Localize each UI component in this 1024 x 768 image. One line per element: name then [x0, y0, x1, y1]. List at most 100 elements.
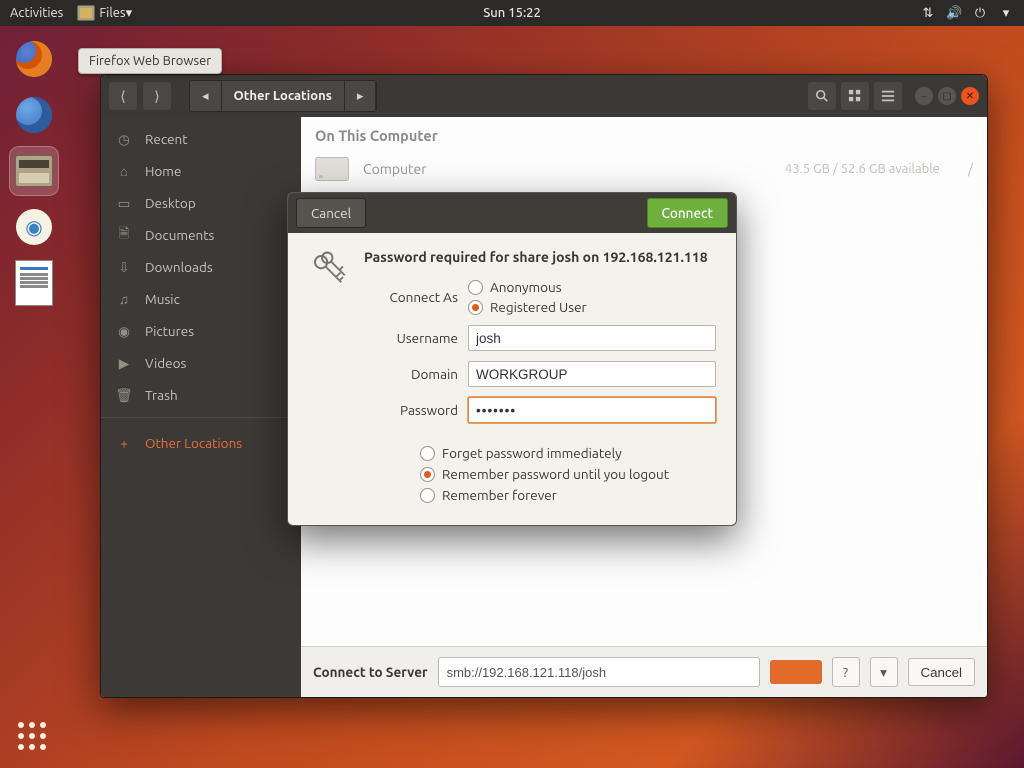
- path-bar[interactable]: ◂ Other Locations ▸: [189, 80, 377, 112]
- writer-icon: [15, 260, 53, 306]
- power-icon[interactable]: ⏻: [972, 6, 988, 21]
- radio-label: Anonymous: [490, 279, 562, 295]
- search-icon: [815, 89, 829, 103]
- dialog-title: Password required for share josh on 192.…: [364, 249, 716, 265]
- domain-label: Domain: [364, 366, 458, 382]
- radio-label: Registered User: [490, 299, 587, 315]
- dock-files[interactable]: [9, 146, 59, 196]
- sidebar-label: Recent: [145, 131, 188, 147]
- rhythmbox-icon: ◉: [16, 209, 52, 245]
- videos-icon: ▶: [115, 355, 133, 372]
- pictures-icon: ◉: [115, 323, 133, 340]
- downloads-icon: ⇩: [115, 259, 133, 276]
- radio-label: Remember forever: [442, 487, 557, 503]
- sidebar-item-music[interactable]: ♫ Music: [101, 283, 301, 315]
- path-segment-current[interactable]: Other Locations: [222, 81, 345, 111]
- window-minimize[interactable]: –: [915, 87, 933, 105]
- domain-input[interactable]: [468, 361, 716, 387]
- keys-icon: [308, 249, 350, 291]
- top-panel: Activities Files ▾ Sun 15:22 ⇅ 🔊 ⏻ ▾: [0, 0, 1024, 26]
- sidebar-item-home[interactable]: ⌂ Home: [101, 155, 301, 187]
- radio-registered-user[interactable]: Registered User: [468, 299, 716, 315]
- server-history-button[interactable]: ▾: [870, 657, 898, 687]
- grid-icon: [848, 89, 862, 103]
- app-menu-label: Files: [99, 6, 125, 20]
- clock[interactable]: Sun 15:22: [483, 6, 541, 20]
- thunderbird-icon: [16, 97, 52, 133]
- dock: ◉: [0, 26, 68, 768]
- server-help-button[interactable]: ?: [832, 657, 860, 687]
- connect-as-label: Connect As: [364, 289, 458, 305]
- dock-writer[interactable]: [9, 258, 59, 308]
- window-close[interactable]: ✕: [961, 87, 979, 105]
- sidebar-item-recent[interactable]: ◷ Recent: [101, 123, 301, 155]
- connect-indicator: [770, 660, 822, 684]
- files-icon: [15, 155, 53, 187]
- sidebar-item-videos[interactable]: ▶ Videos: [101, 347, 301, 379]
- menu-button[interactable]: [874, 82, 902, 110]
- username-input[interactable]: [468, 325, 716, 351]
- password-input[interactable]: [468, 397, 716, 423]
- dialog-cancel-button[interactable]: Cancel: [296, 198, 366, 228]
- connect-to-server-bar: Connect to Server ? ▾ Cancel: [301, 646, 987, 697]
- sidebar-item-trash[interactable]: 🗑Trash: [101, 379, 301, 411]
- radio-label: Remember password until you logout: [442, 466, 669, 482]
- volume-icon[interactable]: 🔊: [946, 6, 962, 21]
- chevron-down-icon: ▾: [126, 6, 133, 21]
- headerbar: ⟨ ⟩ ◂ Other Locations ▸ – ▢ ✕: [101, 75, 987, 117]
- sidebar-label: Downloads: [145, 259, 213, 275]
- path-segment-next[interactable]: ▸: [345, 81, 377, 111]
- clock-icon: ◷: [115, 131, 133, 148]
- sidebar-label: Videos: [145, 355, 186, 371]
- documents-icon: 🗎: [115, 224, 133, 247]
- sidebar-label: Desktop: [145, 195, 196, 211]
- window-maximize[interactable]: ▢: [938, 87, 956, 105]
- places-sidebar: ◷ Recent ⌂ Home ▭ Desktop 🗎 Documents ⇩ Downl…: [101, 117, 301, 697]
- connect-cancel-button[interactable]: Cancel: [908, 658, 976, 686]
- radio-icon: [420, 488, 435, 503]
- sidebar-item-desktop[interactable]: ▭ Desktop: [101, 187, 301, 219]
- sidebar-label: Pictures: [145, 323, 194, 339]
- radio-remember-forever[interactable]: Remember forever: [420, 487, 716, 503]
- sidebar-item-pictures[interactable]: ◉ Pictures: [101, 315, 301, 347]
- desktop-icon: ▭: [115, 195, 133, 212]
- network-icon[interactable]: ⇅: [920, 6, 936, 21]
- radio-forget-immediately[interactable]: Forget password immediately: [420, 445, 716, 461]
- chevron-down-icon[interactable]: ▾: [998, 6, 1014, 21]
- search-button[interactable]: [808, 82, 836, 110]
- sidebar-item-other-locations[interactable]: + Other Locations: [101, 417, 301, 462]
- connect-label: Connect to Server: [313, 664, 428, 680]
- sidebar-item-downloads[interactable]: ⇩ Downloads: [101, 251, 301, 283]
- dialog-headerbar: Cancel Connect: [288, 193, 736, 233]
- dock-rhythmbox[interactable]: ◉: [9, 202, 59, 252]
- auth-dialog: Cancel Connect Password required for sha…: [287, 192, 737, 526]
- server-address-input[interactable]: [438, 657, 760, 687]
- radio-icon: [420, 446, 435, 461]
- path-segment-prev[interactable]: ◂: [190, 81, 222, 111]
- dock-thunderbird[interactable]: [9, 90, 59, 140]
- back-button[interactable]: ⟨: [109, 82, 137, 110]
- files-app-icon: [77, 5, 95, 21]
- music-icon: ♫: [115, 291, 133, 307]
- forward-button[interactable]: ⟩: [143, 82, 171, 110]
- plus-icon: +: [115, 435, 133, 451]
- launcher-tooltip: Firefox Web Browser: [78, 48, 222, 74]
- sidebar-label: Other Locations: [145, 435, 242, 451]
- home-icon: ⌂: [115, 163, 133, 179]
- view-toggle-button[interactable]: [841, 82, 869, 110]
- sidebar-label: Home: [145, 163, 181, 179]
- password-label: Password: [364, 402, 458, 418]
- dialog-connect-button[interactable]: Connect: [647, 198, 728, 228]
- sidebar-label: Trash: [145, 387, 178, 403]
- sidebar-item-documents[interactable]: 🗎 Documents: [101, 219, 301, 251]
- radio-anonymous[interactable]: Anonymous: [468, 279, 716, 295]
- sidebar-label: Documents: [145, 227, 214, 243]
- radio-remember-until-logout[interactable]: Remember password until you logout: [420, 466, 716, 482]
- hamburger-icon: [881, 89, 895, 103]
- radio-label: Forget password immediately: [442, 445, 622, 461]
- sidebar-label: Music: [145, 291, 180, 307]
- dock-firefox[interactable]: [9, 34, 59, 84]
- app-menu-files[interactable]: Files ▾: [77, 5, 132, 21]
- activities-button[interactable]: Activities: [10, 6, 63, 20]
- firefox-icon: [16, 41, 52, 77]
